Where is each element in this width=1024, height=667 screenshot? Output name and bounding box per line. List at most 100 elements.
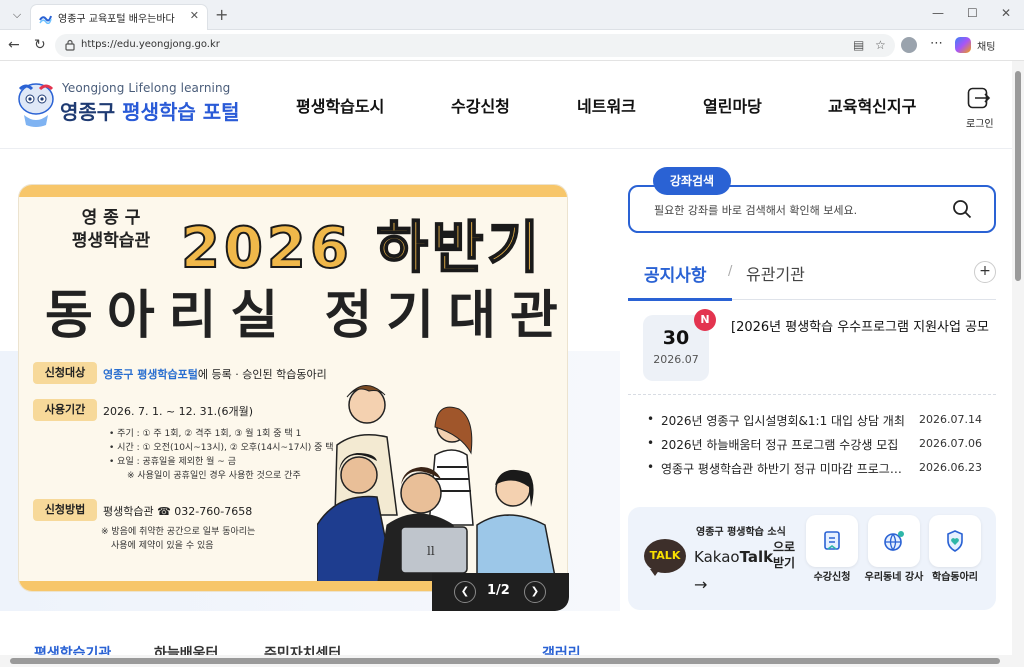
copilot-icon[interactable] [955,37,971,53]
more-menu-icon[interactable]: ⋯ [930,36,943,51]
featured-year-month: 2026.07 [653,353,699,366]
login-icon[interactable] [967,87,991,109]
nav-course-apply[interactable]: 수강신청 [451,93,510,117]
heart-badge-icon [929,515,981,567]
search-input[interactable]: 필요한 강좌를 바로 검색해서 확인해 보세요. [654,202,857,218]
back-icon[interactable]: ← [8,37,20,53]
quick-menu-box: TALK 영종구 평생학습 소식 KakaoTalk 으로 받기 → 수강신청 … [628,507,996,610]
notice-more-button[interactable]: + [974,261,996,283]
nav-open-forum[interactable]: 열린마당 [703,93,762,117]
students-illustration-icon: ll [317,385,558,587]
banner-org: 영 종 구 평생학습관 [41,207,181,253]
address-bar[interactable]: https://edu.yeongjong.go.kr ▤ ☆ [55,34,895,57]
tab-active-indicator [628,298,732,301]
tab-sky-school[interactable]: 하늘배움터 [154,643,218,655]
browser-tab-bar: ⌵ 영종구 교육포털 배우는바다 ✕ + — ☐ ✕ [0,0,1024,30]
vertical-scrollbar[interactable] [1012,61,1024,655]
nav-education-district[interactable]: 교육혁신지구 [828,93,916,117]
bullet-icon: • [647,436,655,450]
tab-actions-menu-icon[interactable]: ⌵ [8,6,26,24]
horizontal-scroll-thumb[interactable] [10,658,1000,664]
notice-date: 2026.07.06 [919,437,982,450]
banner-period-text: 2026. 7. 1. ~ 12. 31.(6개월) [103,405,253,418]
notice-date: 2026.06.23 [919,461,982,474]
banner-org-line2: 평생학습관 [71,231,151,251]
banner-label-method: 신청방법 [33,499,97,521]
quick-label: 수강신청 [813,572,851,583]
notice-title[interactable]: 영종구 평생학습관 하반기 정규 미마감 프로그램 추가 모집 [661,460,911,477]
tab-gallery[interactable]: 갤러리 [542,643,581,655]
vertical-scroll-thumb[interactable] [1015,71,1021,281]
reload-icon[interactable]: ↻ [34,37,46,53]
laptop-mark: ll [427,544,435,558]
maximize-icon[interactable]: ☐ [967,6,978,20]
tab-lifelong-institutions[interactable]: 평생학습기관 [34,643,111,655]
url-text: https://edu.yeongjong.go.kr [81,39,220,50]
bullet-icon: • [647,412,655,426]
kakao-brand-part1: Kakao [694,548,740,566]
quick-course-apply[interactable]: 수강신청 [806,515,860,605]
banner-pager: ❮ 1/2 ❯ [432,573,569,611]
main-banner[interactable]: 영 종 구 평생학습관 2026 하반기 동아리실 정기대관 신청대상 영종구 … [18,184,568,592]
page-content: Yeongjong Lifelong learning 영종구 평생학습 포털 … [0,61,1012,655]
login-label[interactable]: 로그인 [966,115,994,130]
course-search-tag: 강좌검색 [653,167,731,195]
banner-label-period: 사용기간 [33,399,97,421]
logo-title-part2: 평생학습 포털 [122,100,240,124]
chat-label[interactable]: 채팅 [977,38,995,53]
profile-avatar[interactable] [901,37,917,53]
quick-study-club[interactable]: 학습동아리 [929,515,983,605]
notice-title[interactable]: 2026년 영종구 입시설명회&1:1 대입 상담 개최 [661,412,911,429]
banner-prev-button[interactable]: ❮ [454,581,476,603]
banner-note-line: ※ 방음에 취약한 공간으로 일부 동아리는 [101,527,256,537]
nav-lifelong-city[interactable]: 평생학습도시 [296,93,384,117]
featured-day: 30 [662,327,690,349]
list-item[interactable]: • 2026년 영종구 입시설명회&1:1 대입 상담 개최 2026.07.1… [647,412,997,430]
kakao-title: 영종구 평생학습 소식 [696,527,786,538]
favorite-star-icon[interactable]: ☆ [875,38,886,52]
new-tab-icon[interactable]: + [215,5,228,24]
horizontal-scrollbar[interactable] [0,655,1024,667]
apply-icon [806,515,858,567]
banner-page-count: 1/2 [487,583,510,598]
list-item[interactable]: • 영종구 평생학습관 하반기 정규 미마감 프로그램 추가 모집 2026.0… [647,460,997,478]
kakao-brand: KakaoTalk [694,548,773,566]
tab-close-icon[interactable]: ✕ [190,9,199,22]
tab-community-center[interactable]: 주민자치센터 [264,643,341,655]
window-close-icon[interactable]: ✕ [1001,6,1011,20]
search-icon[interactable] [952,199,972,219]
tab-notice[interactable]: 공지사항 [644,261,707,286]
nav-network[interactable]: 네트워크 [577,93,636,117]
site-header: Yeongjong Lifelong learning 영종구 평생학습 포털 … [0,61,1012,149]
kakao-link-arrow-icon[interactable]: → [694,575,707,594]
browser-tab[interactable]: 영종구 교육포털 배우는바다 ✕ [30,4,208,30]
featured-notice-title[interactable]: [2026년 평생학습 우수프로그램 지원사업 공모 [731,316,991,335]
quick-local-instructor[interactable]: 우리동네 강사 [865,515,923,605]
bullet-icon: • [647,460,655,474]
reader-mode-icon[interactable]: ▤ [853,38,864,52]
mascot-logo-icon[interactable] [16,81,56,129]
list-item[interactable]: • 2026년 하늘배움터 정규 프로그램 수강생 모집 2026.07.06 [647,436,997,454]
banner-method-text: 평생학습관 ☎ 032-760-7658 [103,505,253,518]
kakaotalk-icon[interactable]: TALK [644,539,686,573]
banner-target-highlight: 영종구 평생학습포털 [103,368,198,381]
banner-next-button[interactable]: ❯ [524,581,546,603]
banner-target-text: 영종구 평생학습포털에 등록 · 승인된 학습동아리 [103,366,327,382]
minimize-icon[interactable]: — [932,6,944,20]
banner-detail-line: • 시간 : ① 오전(10시~13시), ② 오후(14시~17시) 중 택 … [109,443,343,453]
site-logo-title[interactable]: 영종구 평생학습 포털 [60,96,240,125]
quick-label: 학습동아리 [932,572,978,583]
notice-divider [628,394,996,395]
address-toolbar: ← ↻ https://edu.yeongjong.go.kr ▤ ☆ ⋯ 채팅 [0,30,1024,61]
lock-icon [65,39,75,51]
tab-related-institutions[interactable]: 유관기관 [746,261,805,285]
banner-label-target: 신청대상 [33,362,97,384]
banner-detail-line: • 요일 : 공휴일을 제외한 월 ~ 금 [109,457,236,467]
banner-org-line1: 영 종 구 [81,208,141,228]
notice-title[interactable]: 2026년 하늘배움터 정규 프로그램 수강생 모집 [661,436,911,453]
logo-title-part1: 영종구 [60,100,123,124]
banner-detail-line: ※ 사용일이 공휴일인 경우 사용한 것으로 간주 [127,471,301,481]
banner-year-title: 2026 하반기 [180,215,543,282]
talk-bubble-tail [650,569,660,576]
kakao-subscribe-text: 으로 받기 [772,540,796,570]
